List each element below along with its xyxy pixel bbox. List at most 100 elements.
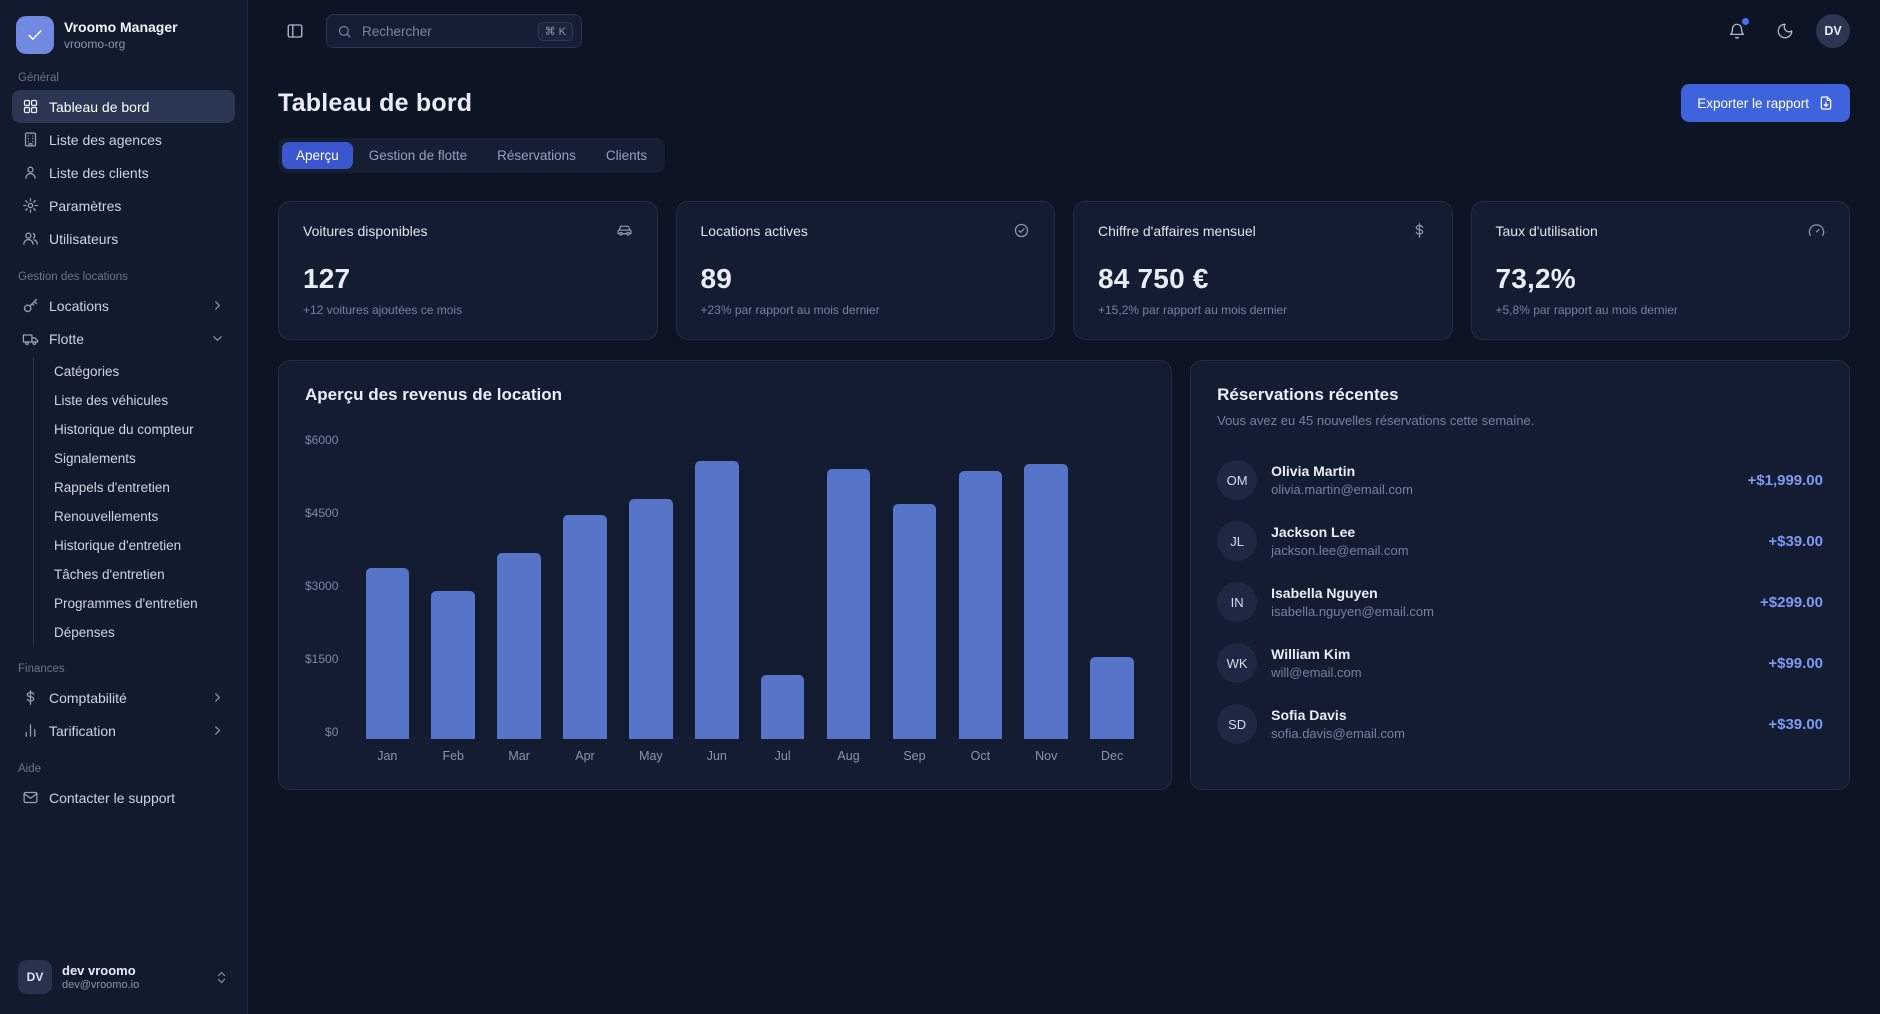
topbar-actions: DV: [1720, 14, 1850, 48]
reservation-name: Olivia Martin: [1271, 463, 1413, 479]
revenue-bar: [366, 568, 409, 739]
sidebar-item-parametres[interactable]: Paramètres: [12, 189, 235, 222]
sidebar-subitem-programmes-d-entretien[interactable]: Programmes d'entretien: [46, 589, 235, 618]
sidebar-subitem-historique-d-entretien[interactable]: Historique d'entretien: [46, 531, 235, 560]
stat-value: 73,2%: [1496, 263, 1826, 295]
reservation-info: Jackson Leejackson.lee@email.com: [1271, 524, 1408, 558]
reservation-amount: +$39.00: [1768, 716, 1823, 733]
revenue-bar: [893, 504, 936, 739]
x-tick-label: Nov: [1013, 749, 1079, 763]
chevron-right-icon: [210, 690, 225, 705]
revenue-bar: [827, 469, 870, 739]
notifications-button[interactable]: [1720, 14, 1754, 48]
tab-reservations[interactable]: Réservations: [483, 142, 590, 169]
theme-toggle-button[interactable]: [1768, 14, 1802, 48]
clients-icon: [22, 164, 39, 181]
bar-column: [1079, 433, 1145, 739]
sidebar-subitem-depenses[interactable]: Dépenses: [46, 618, 235, 647]
x-tick-label: Feb: [420, 749, 486, 763]
tab-list: AperçuGestion de flotteRéservationsClien…: [278, 138, 665, 173]
revenue-bar: [563, 515, 606, 739]
sidebar-section-label: Général: [18, 72, 229, 84]
notification-dot: [1742, 18, 1749, 25]
dashboard-panels: Aperçu des revenus de location $6000$450…: [278, 360, 1850, 790]
stat-cards: Voitures disponibles127+12 voitures ajou…: [278, 201, 1850, 340]
sidebar-item-label: Contacter le support: [49, 790, 175, 806]
user-name: dev vroomo: [62, 963, 139, 978]
building-icon: [22, 131, 39, 148]
tab-apercu[interactable]: Aperçu: [282, 142, 353, 169]
sidebar-subitem-historique-du-compteur[interactable]: Historique du compteur: [46, 415, 235, 444]
app-org: vroomo-org: [64, 37, 178, 51]
revenue-bar: [959, 471, 1002, 739]
reservation-amount: +$299.00: [1760, 594, 1823, 611]
chart-x-axis: JanFebMarAprMayJunJulAugSepOctNovDec: [354, 749, 1145, 763]
sidebar-item-utilisateurs[interactable]: Utilisateurs: [12, 222, 235, 255]
sidebar: Vroomo Manager vroomo-org Général Tableau…: [0, 0, 248, 1014]
stat-card-header: Locations actives: [701, 222, 1031, 239]
page-title: Tableau de bord: [278, 89, 472, 118]
sidebar-item-label: Tarification: [49, 723, 116, 739]
y-tick-label: $1500: [305, 652, 338, 666]
stat-card-locations-actives: Locations actives89+23% par rapport au m…: [676, 201, 1056, 340]
panel-left-icon: [286, 22, 304, 40]
topbar-user-avatar[interactable]: DV: [1816, 14, 1850, 48]
sidebar-toggle-button[interactable]: [278, 14, 312, 48]
tab-gestion-de-flotte[interactable]: Gestion de flotte: [355, 142, 481, 169]
stat-value: 84 750 €: [1098, 263, 1428, 295]
sidebar-item-tarification[interactable]: Tarification: [12, 714, 235, 747]
org-switcher[interactable]: Vroomo Manager vroomo-org: [12, 14, 235, 64]
search-input[interactable]: [360, 23, 530, 40]
sidebar-item-locations[interactable]: Locations: [12, 289, 235, 322]
sidebar-subitem-categories[interactable]: Catégories: [46, 357, 235, 386]
recent-reservations-card: Réservations récentes Vous avez eu 45 no…: [1190, 360, 1850, 790]
stat-subtext: +12 voitures ajoutées ce mois: [303, 303, 633, 317]
avatar: SD: [1217, 704, 1257, 744]
sidebar-item-flotte[interactable]: Flotte: [12, 322, 235, 355]
sidebar-item-label: Liste des agences: [49, 132, 162, 148]
user-email: dev@vroomo.io: [62, 979, 139, 991]
reservations-list: OMOlivia Martinolivia.martin@email.com+$…: [1217, 450, 1823, 755]
sidebar-subitem-liste-des-vehicules[interactable]: Liste des véhicules: [46, 386, 235, 415]
x-tick-label: Jul: [750, 749, 816, 763]
sidebar-submenu: CatégoriesListe des véhiculesHistorique …: [33, 357, 235, 647]
sidebar-subitem-signalements[interactable]: Signalements: [46, 444, 235, 473]
sidebar-item-contacter-le-support[interactable]: Contacter le support: [12, 781, 235, 814]
users-icon: [22, 230, 39, 247]
user-menu-button[interactable]: DV dev vroomo dev@vroomo.io: [12, 952, 235, 1002]
export-report-button[interactable]: Exporter le rapport: [1681, 84, 1850, 122]
chart-y-axis: $6000$4500$3000$1500$0: [305, 433, 354, 739]
bar-column: [618, 433, 684, 739]
sidebar-item-tableau-de-bord[interactable]: Tableau de bord: [12, 90, 235, 123]
sidebar-nav: Général Tableau de bord Liste des agences L…: [12, 64, 235, 952]
file-export-icon: [1818, 95, 1834, 111]
page-header: Tableau de bord Exporter le rapport: [278, 84, 1850, 122]
chevron-down-icon: [210, 331, 225, 346]
check-circle-icon: [1013, 222, 1030, 239]
sidebar-item-comptabilite[interactable]: Comptabilité: [12, 681, 235, 714]
sidebar-subitem-taches-d-entretien[interactable]: Tâches d'entretien: [46, 560, 235, 589]
revenue-bar: [1090, 657, 1133, 739]
tab-clients[interactable]: Clients: [592, 142, 661, 169]
x-tick-label: Apr: [552, 749, 618, 763]
revenue-bar: [431, 591, 474, 739]
sidebar-subitem-renouvellements[interactable]: Renouvellements: [46, 502, 235, 531]
car-icon: [616, 222, 633, 239]
stat-card-header: Voitures disponibles: [303, 222, 633, 239]
sidebar-item-label: Tableau de bord: [49, 99, 149, 115]
reservation-info: Olivia Martinolivia.martin@email.com: [1271, 463, 1413, 497]
search-box[interactable]: ⌘ K: [326, 14, 582, 48]
reservation-row: WKWilliam Kimwill@email.com+$99.00: [1217, 633, 1823, 694]
sidebar-subitem-rappels-d-entretien[interactable]: Rappels d'entretien: [46, 473, 235, 502]
stat-title: Taux d'utilisation: [1496, 223, 1598, 239]
sidebar-section-label: Gestion des locations: [18, 271, 229, 283]
sidebar-item-liste-des-clients[interactable]: Liste des clients: [12, 156, 235, 189]
stat-title: Voitures disponibles: [303, 223, 428, 239]
reservation-amount: +$1,999.00: [1748, 472, 1824, 489]
y-tick-label: $6000: [305, 433, 338, 447]
sidebar-item-liste-des-agences[interactable]: Liste des agences: [12, 123, 235, 156]
revenue-chart-card: Aperçu des revenus de location $6000$450…: [278, 360, 1172, 790]
bar-column: [750, 433, 816, 739]
revenue-bar: [761, 675, 804, 739]
x-tick-label: Dec: [1079, 749, 1145, 763]
